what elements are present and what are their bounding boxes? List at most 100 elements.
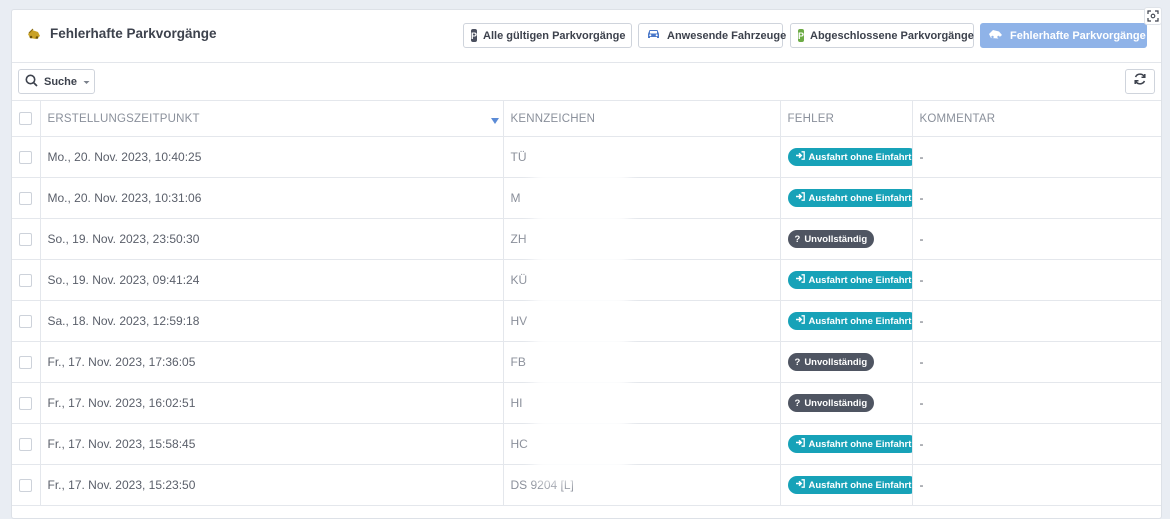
question-icon: ? xyxy=(794,356,801,368)
comment-cell: - xyxy=(911,300,1161,342)
comment-cell: - xyxy=(911,177,1161,219)
column-header-plate[interactable]: KENNZEICHEN xyxy=(502,100,781,137)
row-select-cell[interactable] xyxy=(12,177,41,219)
error-cell: Ausfahrt ohne Einfahrt xyxy=(779,136,913,178)
tab-faulty-parking[interactable]: Fehlerhafte Parkvorgänge xyxy=(980,23,1147,48)
car-icon xyxy=(646,28,661,43)
tab-all-valid-parking[interactable]: P Alle gültigen Parkvorgänge xyxy=(463,23,632,48)
error-badge: ? Unvollständig xyxy=(787,394,875,412)
row-checkbox[interactable] xyxy=(19,356,32,370)
error-badge: Ausfahrt ohne Einfahrt xyxy=(787,435,911,453)
tab-present-vehicles[interactable]: Anwesende Fahrzeuge xyxy=(638,23,787,48)
error-cell: ? Unvollständig xyxy=(779,382,913,424)
row-select-cell[interactable] xyxy=(12,300,41,342)
crashed-car-icon xyxy=(988,28,1004,43)
comment-cell: - xyxy=(911,341,1161,383)
screenshot-capture-icon[interactable] xyxy=(1144,7,1162,25)
created-cell: Mo., 20. Nov. 2023, 10:31:06 xyxy=(39,177,504,219)
row-checkbox[interactable] xyxy=(19,233,32,247)
row-select-cell[interactable] xyxy=(12,136,41,178)
table-toolbar: Suche xyxy=(12,64,1161,100)
row-checkbox[interactable] xyxy=(19,479,32,493)
row-select-cell[interactable] xyxy=(12,382,41,424)
error-badge: Ausfahrt ohne Einfahrt xyxy=(787,148,912,166)
row-checkbox[interactable] xyxy=(19,438,32,452)
created-cell: Fr., 17. Nov. 2023, 15:23:50 xyxy=(39,464,504,506)
error-badge: Ausfahrt ohne Einfahrt xyxy=(787,189,912,207)
parking-icon: P xyxy=(471,29,478,42)
exit-arrow-icon xyxy=(795,438,805,450)
error-badge-label: Ausfahrt ohne Einfahrt xyxy=(808,315,912,327)
column-header-label: FEHLER xyxy=(787,112,835,125)
row-checkbox[interactable] xyxy=(19,315,32,329)
column-header-created[interactable]: ERSTELLUNGSZEITPUNKT xyxy=(39,100,504,137)
select-all-cell[interactable] xyxy=(12,100,41,137)
error-badge-label: Ausfahrt ohne Einfahrt xyxy=(808,274,912,286)
error-cell: ? Unvollständig xyxy=(779,341,913,383)
tab-label: Abgeschlossene Parkvorgänge xyxy=(810,29,974,42)
chevron-down-icon xyxy=(83,76,90,88)
error-badge: Ausfahrt ohne Einfahrt xyxy=(787,312,912,330)
search-label: Suche xyxy=(44,75,78,88)
created-cell: Fr., 17. Nov. 2023, 16:02:51 xyxy=(39,382,504,424)
created-cell: So., 19. Nov. 2023, 09:41:24 xyxy=(39,259,504,301)
error-cell: Ausfahrt ohne Einfahrt xyxy=(779,464,913,506)
error-badge-label: Unvollständig xyxy=(804,233,868,245)
created-cell: So., 19. Nov. 2023, 23:50:30 xyxy=(39,218,504,260)
title-wrap: Fehlerhafte Parkvorgänge xyxy=(26,26,217,41)
page-title: Fehlerhafte Parkvorgänge xyxy=(50,26,217,41)
parking-errors-panel: Fehlerhafte Parkvorgänge P Alle gültigen… xyxy=(11,9,1162,519)
comment-cell: - xyxy=(911,259,1161,301)
row-checkbox[interactable] xyxy=(19,397,32,411)
comment-cell: - xyxy=(911,382,1161,424)
refresh-icon xyxy=(1133,72,1147,91)
comment-cell: - xyxy=(911,423,1161,465)
exit-arrow-icon xyxy=(795,274,805,286)
select-all-checkbox[interactable] xyxy=(19,112,32,125)
column-header-comment[interactable]: KOMMENTAR xyxy=(911,100,1161,137)
row-checkbox[interactable] xyxy=(19,151,32,165)
search-dropdown-button[interactable]: Suche xyxy=(18,69,95,94)
created-cell: Mo., 20. Nov. 2023, 10:40:25 xyxy=(39,136,504,178)
error-badge: ? Unvollständig xyxy=(787,353,875,371)
refresh-button[interactable] xyxy=(1125,69,1155,94)
exit-arrow-icon xyxy=(795,315,805,327)
exit-arrow-icon xyxy=(795,192,805,204)
tab-label: Anwesende Fahrzeuge xyxy=(667,29,787,42)
row-select-cell[interactable] xyxy=(12,259,41,301)
error-cell: Ausfahrt ohne Einfahrt xyxy=(779,259,913,301)
error-badge-label: Unvollständig xyxy=(804,356,868,368)
created-cell: Sa., 18. Nov. 2023, 12:59:18 xyxy=(39,300,504,342)
question-icon: ? xyxy=(794,397,801,409)
error-badge: Ausfahrt ohne Einfahrt xyxy=(787,271,912,289)
created-cell: Fr., 17. Nov. 2023, 15:58:45 xyxy=(39,423,504,465)
plate-privacy-blur xyxy=(533,153,629,483)
row-select-cell[interactable] xyxy=(12,341,41,383)
created-cell: Fr., 17. Nov. 2023, 17:36:05 xyxy=(39,341,504,383)
column-header-label: KENNZEICHEN xyxy=(510,112,596,125)
question-icon: ? xyxy=(794,233,801,245)
error-badge-label: Ausfahrt ohne Einfahrt xyxy=(808,192,912,204)
comment-cell: - xyxy=(911,218,1161,260)
tab-completed-parking[interactable]: P Abgeschlossene Parkvorgänge xyxy=(790,23,974,48)
column-header-label: ERSTELLUNGSZEITPUNKT xyxy=(47,112,200,125)
column-header-label: KOMMENTAR xyxy=(919,112,996,125)
table-header-row: ERSTELLUNGSZEITPUNKT KENNZEICHEN FEHLER … xyxy=(12,100,1161,137)
comment-cell: - xyxy=(911,136,1161,178)
panel-header: Fehlerhafte Parkvorgänge P Alle gültigen… xyxy=(12,10,1161,63)
column-header-error[interactable]: FEHLER xyxy=(779,100,913,137)
row-checkbox[interactable] xyxy=(19,192,32,206)
error-badge-label: Ausfahrt ohne Einfahrt xyxy=(808,479,912,491)
exit-arrow-icon xyxy=(795,479,805,491)
row-select-cell[interactable] xyxy=(12,218,41,260)
error-badge: Ausfahrt ohne Einfahrt xyxy=(787,476,912,494)
row-select-cell[interactable] xyxy=(12,423,41,465)
tab-label: Fehlerhafte Parkvorgänge xyxy=(1010,29,1146,42)
exit-arrow-icon xyxy=(795,151,805,163)
row-select-cell[interactable] xyxy=(12,464,41,506)
error-cell: Ausfahrt ohne Einfahrt xyxy=(779,423,913,465)
row-checkbox[interactable] xyxy=(19,274,32,288)
error-badge-label: Ausfahrt ohne Einfahrt xyxy=(808,151,912,163)
error-badge: ? Unvollständig xyxy=(787,230,875,248)
error-badge-label: Unvollständig xyxy=(804,397,868,409)
